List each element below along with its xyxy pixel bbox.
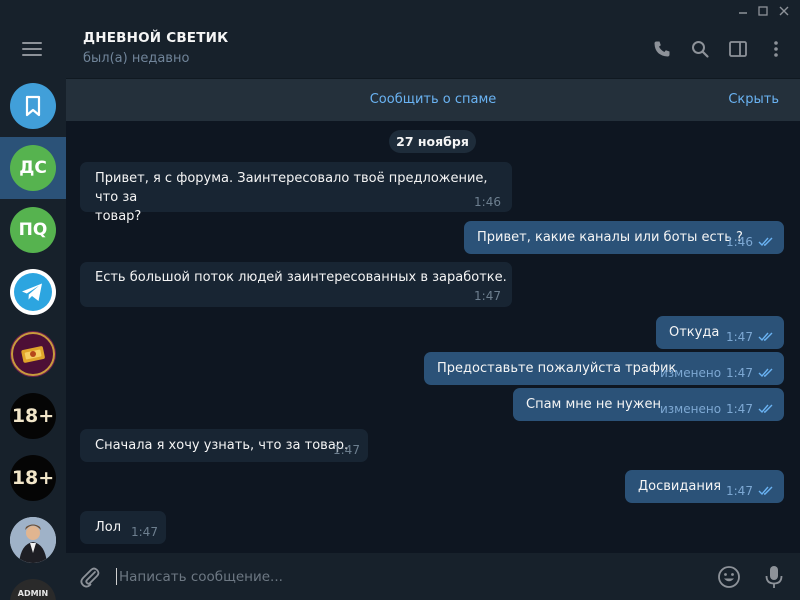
message-text: Привет, какие каналы или боты есть ? (477, 230, 743, 245)
chat-status: был(а) недавно (83, 51, 190, 66)
message-text: Откуда (669, 325, 720, 340)
message-text: Предоставьте пожалуйста трафик (437, 361, 677, 376)
minimize-icon[interactable] (734, 2, 752, 20)
message-bubble-outgoing[interactable]: Досвидания 1:47 (625, 470, 784, 503)
text-cursor (116, 568, 117, 585)
message-bubble-outgoing[interactable]: Спам мне не нужен изменено 1:47 (513, 388, 784, 421)
avatar-initials: ДС (19, 158, 47, 178)
message-time: 1:46 (474, 195, 501, 209)
message-input[interactable] (119, 567, 659, 587)
message-time: 1:47 (726, 330, 753, 344)
chat-list-sidebar: ДС ПQ 18+ 18+ ADMIN (0, 22, 66, 600)
message-time: 1:47 (474, 289, 501, 303)
date-divider: 27 ноября (389, 130, 476, 153)
cash-logo-icon (11, 332, 55, 376)
chat-avatar-telegram[interactable] (10, 269, 56, 315)
message-text: Лол (95, 520, 122, 535)
avatar-initials: ПQ (18, 220, 48, 240)
message-time: 1:46 (726, 235, 753, 249)
attach-icon[interactable] (78, 565, 102, 589)
message-time: 1:47 (131, 525, 158, 539)
chat-avatar-18plus-2[interactable]: 18+ (10, 455, 56, 501)
close-icon[interactable] (775, 2, 793, 20)
spam-report-bar: Сообщить о спаме Скрыть (66, 78, 800, 121)
avatar-admin-text: ADMIN (17, 588, 49, 598)
sidebar-toggle-icon[interactable] (727, 38, 749, 60)
read-ticks-icon (758, 368, 773, 378)
message-text: Спам мне не нужен (526, 397, 661, 412)
message-bubble-incoming[interactable]: Есть большой поток людей заинтересованны… (80, 262, 512, 307)
message-bubble-outgoing[interactable]: Привет, какие каналы или боты есть ? 1:4… (464, 221, 784, 254)
message-composer (66, 553, 800, 600)
avatar-18plus-text: 18+ (11, 467, 55, 489)
phone-icon[interactable] (651, 38, 673, 60)
message-text: Досвидания (638, 479, 722, 494)
chat-avatar-cash[interactable] (10, 331, 56, 377)
emoji-icon[interactable] (717, 565, 741, 589)
message-text: Привет, я с форума. Заинтересовало твоё … (95, 169, 505, 226)
message-bubble-incoming[interactable]: Сначала я хочу узнать, что за товар. 1:4… (80, 429, 368, 462)
more-icon[interactable] (765, 38, 787, 60)
message-bubble-incoming[interactable]: Привет, я с форума. Заинтересовало твоё … (80, 162, 512, 224)
message-text-line: Привет, я с форума. Заинтересовало твоё … (95, 171, 488, 205)
chat-avatar-18plus[interactable]: 18+ (10, 393, 56, 439)
chat-avatar-photo[interactable] (10, 517, 56, 563)
message-text-line: товар? (95, 209, 142, 224)
chat-title[interactable]: ДНЕВНОЙ СВЕТИК (83, 30, 228, 46)
chat-avatar-dnevnoy-svetik[interactable]: ДС (10, 145, 56, 191)
bookmark-icon (25, 95, 41, 117)
chat-avatar-admin[interactable]: ADMIN (10, 579, 56, 600)
message-time: 1:47 (726, 402, 753, 416)
avatar-18plus-text: 18+ (11, 405, 55, 427)
read-ticks-icon (758, 404, 773, 414)
person-photo-icon (10, 517, 56, 563)
telegram-icon (14, 273, 52, 311)
report-spam-button[interactable]: Сообщить о спаме (66, 92, 800, 107)
message-bubble-incoming[interactable]: Лол 1:47 (80, 511, 166, 544)
message-time: 1:47 (726, 484, 753, 498)
edited-label: изменено (660, 366, 722, 380)
read-ticks-icon (758, 486, 773, 496)
message-bubble-outgoing[interactable]: Предоставьте пожалуйста трафик изменено … (424, 352, 784, 385)
message-time: 1:47 (726, 366, 753, 380)
hide-spam-bar-button[interactable]: Скрыть (728, 92, 779, 107)
message-time: 1:47 (333, 443, 360, 457)
maximize-icon[interactable] (754, 2, 772, 20)
search-icon[interactable] (689, 38, 711, 60)
edited-label: изменено (660, 402, 722, 416)
read-ticks-icon (758, 332, 773, 342)
message-bubble-outgoing[interactable]: Откуда 1:47 (656, 316, 784, 349)
chat-avatar-pq[interactable]: ПQ (10, 207, 56, 253)
saved-messages-avatar[interactable] (10, 83, 56, 129)
read-ticks-icon (758, 237, 773, 247)
message-text: Есть большой поток людей заинтересованны… (95, 270, 507, 285)
message-text: Сначала я хочу узнать, что за товар. (95, 438, 349, 453)
menu-icon[interactable] (22, 42, 42, 56)
window-titlebar (0, 0, 800, 22)
chat-header: ДНЕВНОЙ СВЕТИК был(а) недавно (66, 22, 800, 78)
microphone-icon[interactable] (763, 564, 785, 590)
